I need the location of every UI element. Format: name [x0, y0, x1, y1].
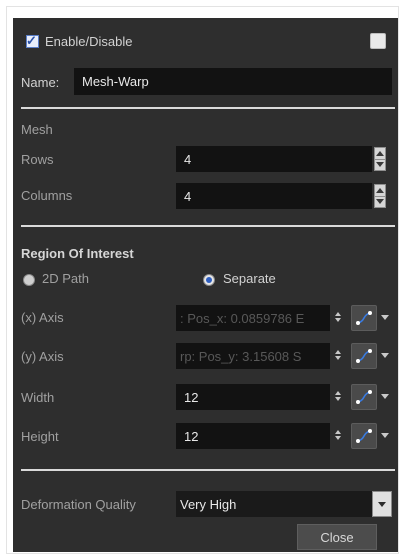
function-curve-icon: [356, 311, 372, 325]
y-axis-menu-arrow-icon[interactable]: [381, 353, 389, 358]
radio-2d-path-label: 2D Path: [42, 271, 89, 286]
mesh-heading: Mesh: [21, 122, 53, 137]
y-axis-input[interactable]: rp: Pos_y: 3.15608 S: [176, 343, 330, 369]
divider: [21, 225, 395, 227]
y-axis-function-button[interactable]: [351, 343, 377, 369]
columns-label: Columns: [21, 188, 73, 203]
radio-separate-label: Separate: [223, 271, 276, 286]
x-axis-menu-arrow-icon[interactable]: [381, 315, 389, 320]
width-input[interactable]: 12: [176, 384, 330, 410]
columns-input[interactable]: 4: [176, 183, 372, 209]
deformation-quality-select[interactable]: Very High: [176, 491, 372, 517]
function-curve-icon: [356, 390, 372, 404]
x-axis-function-button[interactable]: [351, 305, 377, 331]
divider: [21, 469, 395, 471]
height-menu-arrow-icon[interactable]: [381, 433, 389, 438]
width-spin-icon[interactable]: [335, 391, 343, 403]
height-function-button[interactable]: [351, 423, 377, 449]
enable-label: Enable/Disable: [45, 34, 133, 49]
width-menu-arrow-icon[interactable]: [381, 394, 389, 399]
enable-checkbox[interactable]: ✓: [26, 33, 39, 48]
function-curve-icon: [356, 429, 372, 443]
rows-label: Rows: [21, 152, 54, 167]
checkmark-icon: ✓: [26, 33, 37, 48]
function-curve-icon: [356, 349, 372, 363]
y-axis-label: (y) Axis: [21, 349, 64, 364]
deformation-quality-label: Deformation Quality: [21, 497, 136, 512]
rows-input[interactable]: 4: [176, 146, 372, 172]
name-label: Name:: [21, 75, 60, 90]
radio-separate[interactable]: [203, 274, 215, 286]
width-label: Width: [21, 390, 55, 405]
height-label: Height: [21, 429, 59, 444]
columns-spin-icon[interactable]: [374, 184, 386, 208]
x-axis-spin-icon[interactable]: [335, 312, 343, 324]
radio-2d-path[interactable]: [23, 274, 35, 286]
mesh-warp-properties-panel: ✓ Enable/Disable Name: Mesh-Warp Mesh Ro…: [13, 18, 398, 552]
radio-selected-dot: [206, 277, 212, 283]
chevron-down-icon[interactable]: [372, 491, 392, 517]
height-spin-icon[interactable]: [335, 430, 343, 442]
y-axis-spin-icon[interactable]: [335, 350, 343, 362]
x-axis-input[interactable]: : Pos_x: 0.0859786 E: [176, 305, 330, 331]
height-input[interactable]: 12: [176, 423, 330, 449]
x-axis-label: (x) Axis: [21, 310, 64, 325]
roi-heading: Region Of Interest: [21, 246, 134, 261]
color-swatch-checkbox[interactable]: [370, 33, 386, 49]
divider: [21, 107, 395, 109]
close-button[interactable]: Close: [297, 524, 377, 550]
name-input[interactable]: Mesh-Warp: [74, 68, 392, 95]
width-function-button[interactable]: [351, 384, 377, 410]
rows-spin-icon[interactable]: [374, 147, 386, 171]
